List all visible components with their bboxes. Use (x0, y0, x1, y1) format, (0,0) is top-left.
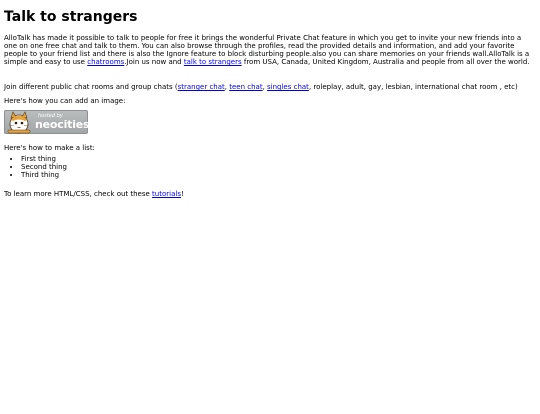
outro-text-end: ! (180, 189, 184, 198)
outro-paragraph: To learn more HTML/CSS, check out these … (4, 190, 536, 198)
talk-to-strangers-link[interactable]: talk to strangers (184, 58, 242, 66)
tutorials-link[interactable]: tutorials (152, 190, 181, 198)
chatrooms-link[interactable]: chatrooms (87, 58, 124, 66)
list-item: Second thing (21, 163, 536, 171)
outro-text-start: To learn more HTML/CSS, check out these (4, 189, 153, 198)
intro-paragraph: AlloTalk has made it possible to talk to… (4, 34, 536, 66)
page-content: Talk to strangers AlloTalk has made it p… (0, 9, 540, 198)
example-list: First thing Second thing Third thing (4, 155, 536, 179)
list-item: Third thing (21, 171, 536, 179)
image-intro: Here's how you can add an image: (4, 97, 126, 106)
rooms-paragraph: Join different public chat rooms and gro… (4, 83, 536, 91)
page-title: Talk to strangers (4, 9, 138, 25)
singles-chat-link[interactable]: singles chat (267, 83, 309, 91)
teen-chat-link[interactable]: teen chat (229, 83, 262, 91)
rooms-text-start: Join different public chat rooms and gro… (4, 83, 178, 92)
neocities-badge[interactable]: hosted by neocities (4, 109, 90, 134)
list-intro: Here's how to make a list: (4, 143, 95, 152)
neocities-cat-icon (7, 110, 31, 133)
badge-brand: neocities (35, 117, 90, 131)
list-item: First thing (21, 155, 536, 163)
rooms-text-end: , roleplay, adult, gay, lesbian, interna… (308, 83, 518, 92)
intro-text-end: from USA, Canada, United Kingdom, Austra… (241, 58, 530, 67)
stranger-chat-link[interactable]: stranger chat (178, 83, 225, 91)
intro-text-middle: .Join us now and (124, 58, 184, 67)
